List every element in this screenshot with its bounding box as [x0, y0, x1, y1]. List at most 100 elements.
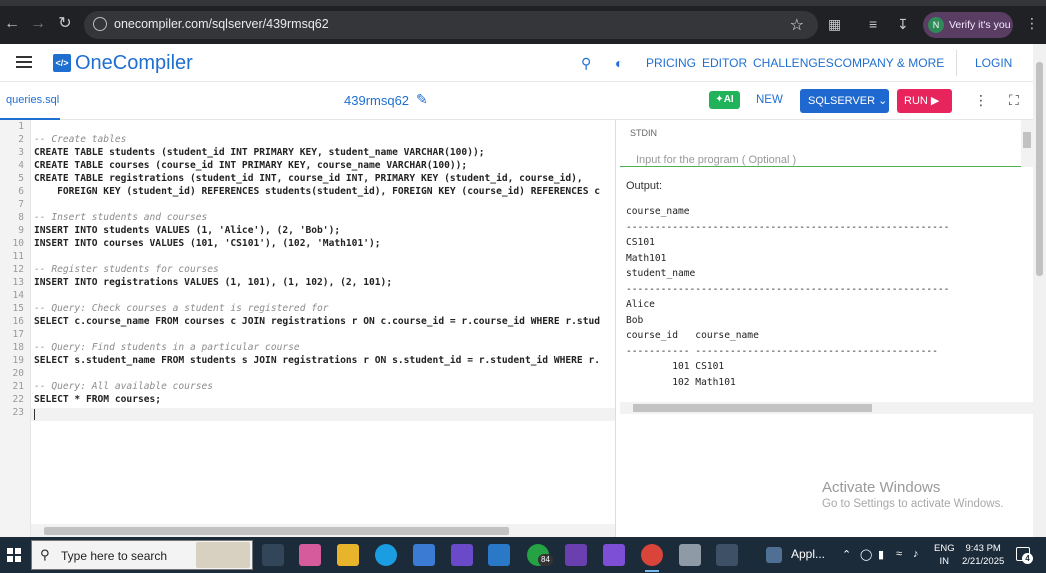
- extensions-icon[interactable]: ▦: [828, 16, 841, 33]
- editor-scroll-thumb[interactable]: [44, 527, 509, 535]
- code-line[interactable]: CREATE TABLE courses (course_id INT PRIM…: [34, 160, 467, 171]
- site-settings-icon[interactable]: [93, 17, 107, 31]
- notes-icon[interactable]: [679, 544, 701, 566]
- code-title: 439rmsq62: [344, 93, 410, 108]
- pencil-icon[interactable]: ✎: [416, 91, 428, 108]
- line-number: 15: [12, 303, 24, 314]
- tray-app-icon[interactable]: ◯: [860, 548, 872, 561]
- file-explorer-icon[interactable]: [337, 544, 359, 566]
- play-icon: ▶: [930, 95, 940, 107]
- language-indicator[interactable]: ENG IN: [934, 542, 955, 568]
- code-line[interactable]: CREATE TABLE students (student_id INT PR…: [34, 147, 485, 158]
- editor-toolbar: queries.sql 439rmsq62 ✎ ✦AI NEW SQLSERVE…: [0, 82, 1033, 120]
- whatsapp-icon[interactable]: 84: [527, 544, 553, 566]
- battery-icon[interactable]: ▮: [878, 548, 884, 561]
- ai-button[interactable]: ✦AI: [709, 91, 740, 109]
- nav-login[interactable]: LOGIN: [975, 56, 1012, 70]
- editor-horizontal-scrollbar[interactable]: [31, 524, 615, 537]
- active-app-label[interactable]: Appl...: [791, 547, 825, 561]
- volume-icon[interactable]: ♪: [913, 548, 919, 560]
- nav-editor[interactable]: EDITOR: [702, 56, 747, 70]
- code-line[interactable]: INSERT INTO students VALUES (1, 'Alice')…: [34, 225, 340, 236]
- line-number: 13: [12, 277, 24, 288]
- photos-icon[interactable]: [716, 544, 738, 566]
- fullscreen-icon[interactable]: ⛶: [1009, 92, 1019, 109]
- address-url[interactable]: onecompiler.com/sqlserver/439rmsq62: [114, 17, 329, 31]
- code-line[interactable]: FOREIGN KEY (student_id) REFERENCES stud…: [34, 186, 600, 197]
- line-number: 19: [12, 355, 24, 366]
- copilot-icon[interactable]: [299, 544, 321, 566]
- store-icon[interactable]: [413, 544, 435, 566]
- nav-company[interactable]: COMPANY & MORE: [834, 56, 944, 70]
- stdin-input[interactable]: Input for the program ( Optional ): [636, 154, 796, 166]
- line-number: 10: [12, 238, 24, 249]
- code-line[interactable]: CREATE TABLE registrations (student_id I…: [34, 173, 583, 184]
- output-horizontal-scrollbar[interactable]: [620, 402, 1033, 414]
- mail-icon[interactable]: [488, 544, 510, 566]
- stdin-scroll-thumb[interactable]: [1023, 132, 1031, 148]
- page-vertical-scrollbar[interactable]: [1033, 44, 1046, 537]
- search-icon[interactable]: ⚲: [581, 55, 591, 72]
- app-window-icon[interactable]: [766, 547, 782, 563]
- nav-pricing[interactable]: PRICING: [646, 56, 696, 70]
- taskbar-clock[interactable]: 9:43 PM 2/21/2025: [962, 542, 1004, 568]
- windows-start-icon[interactable]: [7, 548, 21, 562]
- tray-chevron-up-icon[interactable]: ⌃: [842, 548, 851, 561]
- back-icon[interactable]: ←: [2, 14, 22, 34]
- output-line: student_name: [626, 268, 696, 279]
- hamburger-menu-icon[interactable]: [16, 56, 32, 68]
- line-number: 12: [12, 264, 24, 275]
- code-comment-line[interactable]: -- Create tables: [34, 134, 126, 145]
- profile-avatar: N: [928, 17, 944, 33]
- language-select[interactable]: SQLSERVER ⌄: [800, 89, 889, 113]
- code-line[interactable]: SELECT s.student_name FROM students s JO…: [34, 355, 600, 366]
- line-number: 6: [18, 186, 24, 197]
- forward-icon[interactable]: →: [28, 14, 48, 34]
- new-button[interactable]: NEW: [756, 94, 783, 106]
- reload-icon[interactable]: ↻: [55, 14, 75, 34]
- theme-toggle-icon[interactable]: ◐: [615, 55, 623, 71]
- chrome-icon[interactable]: [641, 544, 663, 572]
- onecompiler-logo[interactable]: </> OneCompiler: [53, 51, 193, 75]
- visual-studio-icon[interactable]: [565, 544, 587, 566]
- taskbar-search[interactable]: ⚲ Type here to search: [31, 540, 253, 570]
- code-editor[interactable]: 1 2 3 4 5 6 7 8 9 10 11 12 13 14 15 16 17 18 19 20 21 22 23 --…: [0, 120, 616, 537]
- nav-challenges[interactable]: CHALLENGES: [753, 56, 834, 70]
- taskbar-search-placeholder: Type here to search: [61, 549, 168, 563]
- line-number: 22: [12, 394, 24, 405]
- media-icon[interactable]: ≡: [869, 16, 877, 32]
- stdin-scrollbar[interactable]: [1021, 120, 1033, 167]
- address-bar[interactable]: onecompiler.com/sqlserver/439rmsq62 ☆: [84, 11, 818, 39]
- run-button[interactable]: RUN ▶: [897, 89, 952, 113]
- wifi-icon[interactable]: ≈: [896, 548, 902, 560]
- output-line: ----------------------------------------…: [626, 221, 950, 233]
- more-options-icon[interactable]: ⋮: [974, 92, 988, 109]
- verify-profile-button[interactable]: N Verify it's you: [923, 12, 1013, 38]
- output-scroll-thumb[interactable]: [633, 404, 872, 412]
- line-number: 16: [12, 316, 24, 327]
- output-line: 101 CS101: [626, 361, 725, 372]
- code-comment-line[interactable]: -- Query: Find students in a particular …: [34, 342, 300, 353]
- code-comment-line[interactable]: -- Register students for courses: [34, 264, 219, 275]
- page-scroll-thumb[interactable]: [1036, 62, 1043, 276]
- code-comment-line[interactable]: -- Query: Check courses a student is reg…: [34, 303, 329, 314]
- chrome-menu-icon[interactable]: ⋮: [1025, 15, 1039, 32]
- file-tab-queries[interactable]: queries.sql: [6, 94, 59, 106]
- visual-studio-code-icon[interactable]: [603, 544, 625, 566]
- code-comment-line[interactable]: -- Query: All available courses: [34, 381, 213, 392]
- bookmark-star-icon[interactable]: ☆: [790, 15, 804, 35]
- task-view-icon[interactable]: [262, 544, 284, 566]
- code-line[interactable]: SELECT * FROM courses;: [34, 394, 161, 405]
- download-icon[interactable]: ↧: [897, 16, 909, 33]
- app-shield-icon[interactable]: [451, 544, 473, 566]
- whatsapp-badge: 84: [538, 554, 553, 566]
- line-number: 21: [12, 381, 24, 392]
- search-icon: ⚲: [40, 547, 50, 562]
- edge-icon[interactable]: [375, 544, 397, 566]
- code-line[interactable]: INSERT INTO registrations VALUES (1, 101…: [34, 277, 392, 288]
- code-line[interactable]: INSERT INTO courses VALUES (101, 'CS101'…: [34, 238, 381, 249]
- code-comment-line[interactable]: -- Insert students and courses: [34, 212, 207, 223]
- code-line[interactable]: SELECT c.course_name FROM courses c JOIN…: [34, 316, 600, 327]
- output-line: Math101: [626, 252, 667, 264]
- line-number: 23: [12, 407, 24, 418]
